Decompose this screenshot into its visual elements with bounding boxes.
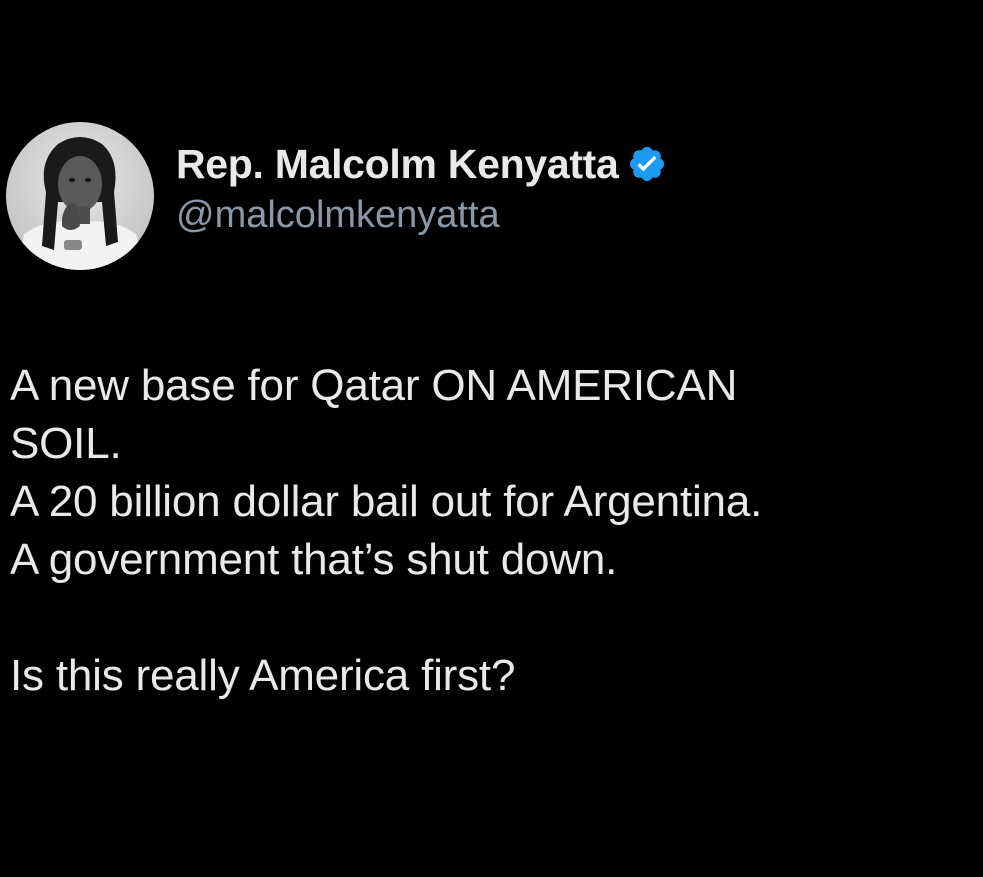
tweet-text: A new base for Qatar ON AMERICAN SOIL. A… xyxy=(10,357,980,705)
tweet-line: A government that’s shut down. xyxy=(10,535,618,584)
tweet-line: A 20 billion dollar bail out for Argenti… xyxy=(10,477,763,526)
profile-photo-icon xyxy=(6,122,154,270)
tweet-line: Is this really America first? xyxy=(10,651,516,700)
author-identity: Rep. Malcolm Kenyatta @malcolmkenyatta xyxy=(176,140,667,238)
author-handle[interactable]: @malcolmkenyatta xyxy=(176,192,667,238)
tweet-line-break xyxy=(10,589,980,647)
tweet-line: A new base for Qatar ON AMERICAN xyxy=(10,361,738,410)
tweet-card: Rep. Malcolm Kenyatta @malcolmkenyatta A… xyxy=(0,0,983,877)
display-name[interactable]: Rep. Malcolm Kenyatta xyxy=(176,140,619,188)
avatar[interactable] xyxy=(6,122,154,270)
name-row: Rep. Malcolm Kenyatta xyxy=(176,140,667,188)
tweet-line: SOIL. xyxy=(10,419,122,468)
verified-badge-icon xyxy=(627,144,667,184)
tweet-header: Rep. Malcolm Kenyatta @malcolmkenyatta xyxy=(6,122,667,270)
